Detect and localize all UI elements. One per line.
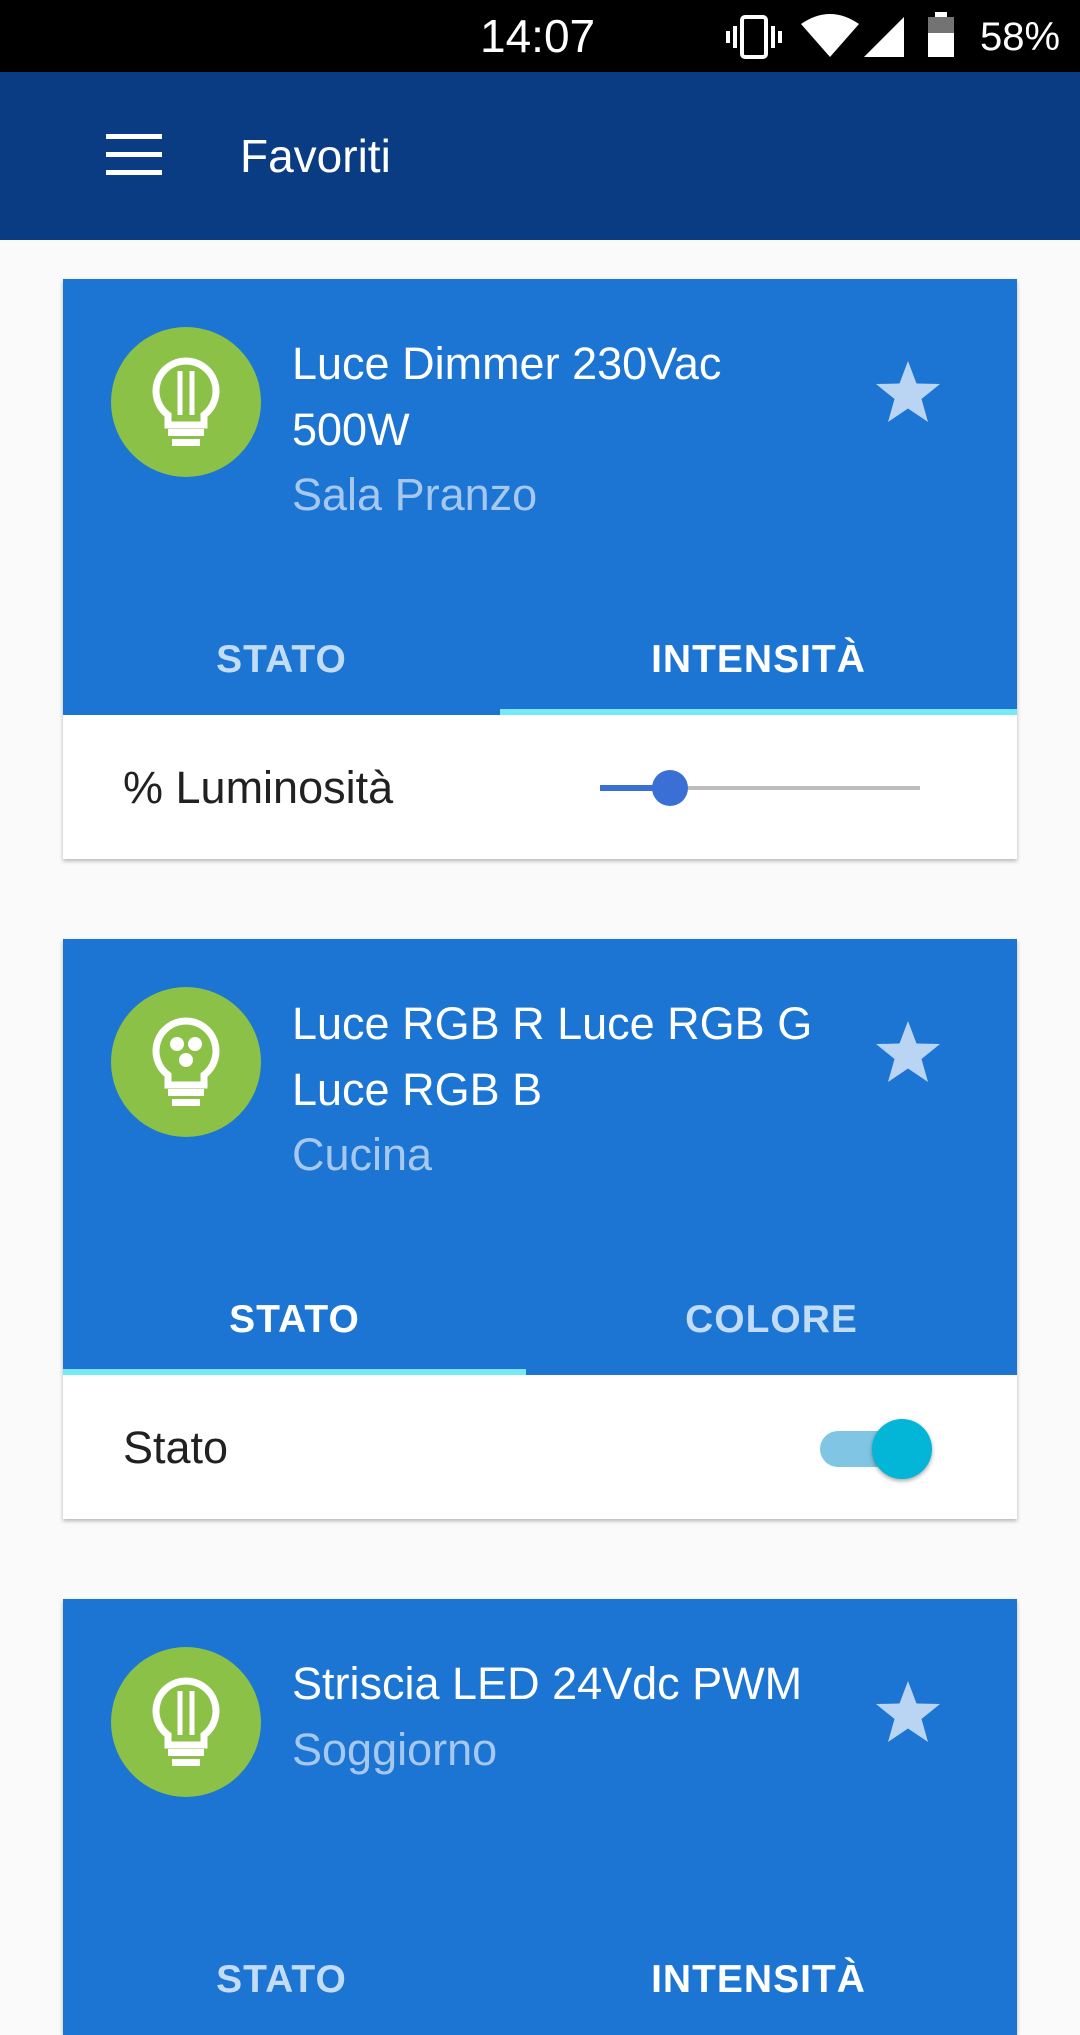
favorite-button[interactable]	[873, 1017, 943, 1087]
tab-label: COLORE	[685, 1298, 858, 1341]
bulb-dimmer-icon	[152, 357, 220, 446]
device-card: Striscia LED 24Vdc PWM Soggiorno STATO I…	[63, 1599, 1017, 2035]
device-room: Soggiorno	[292, 1724, 498, 1775]
device-title: Luce RGB R Luce RGB G Luce RGB B	[292, 991, 852, 1123]
tab-label: INTENSITÀ	[651, 1958, 866, 2001]
battery-percentage: 58%	[980, 15, 1061, 59]
device-card: Luce RGB R Luce RGB G Luce RGB B Cucina …	[63, 939, 1017, 1519]
switch-thumb	[872, 1419, 932, 1479]
favorite-button[interactable]	[873, 1677, 943, 1747]
card-body: Stato	[63, 1375, 1017, 1519]
device-title-line1: Striscia LED 24Vdc PWM	[292, 1658, 803, 1709]
device-icon-circle	[111, 987, 261, 1137]
device-title-line1: Luce Dimmer 230Vac	[292, 338, 722, 389]
device-icon-circle	[111, 1647, 261, 1797]
device-room: Cucina	[292, 1129, 433, 1180]
signal-icon	[862, 14, 906, 63]
tab-stato[interactable]: STATO	[63, 1265, 526, 1375]
state-label: Stato	[123, 1422, 229, 1473]
menu-icon	[106, 134, 162, 175]
battery-icon	[926, 12, 956, 63]
tab-bar: STATO INTENSITÀ	[63, 1925, 1017, 2035]
card-body: % Luminosità	[63, 715, 1017, 859]
device-room: Sala Pranzo	[292, 469, 538, 520]
menu-button[interactable]	[96, 122, 168, 194]
tab-label: STATO	[216, 638, 347, 681]
vibrate-icon	[726, 14, 782, 65]
tab-intensita[interactable]: INTENSITÀ	[500, 1925, 1017, 2035]
tab-bar: STATO INTENSITÀ	[63, 605, 1017, 715]
device-title: Luce Dimmer 230Vac 500W	[292, 331, 852, 463]
device-title: Striscia LED 24Vdc PWM	[292, 1651, 852, 1717]
status-time: 14:07	[480, 10, 596, 62]
card-header: Luce Dimmer 230Vac 500W Sala Pranzo STAT…	[63, 279, 1017, 715]
tab-stato[interactable]: STATO	[63, 1925, 500, 2035]
wifi-icon	[800, 14, 860, 63]
state-switch[interactable]	[820, 1413, 940, 1483]
device-title-line2: 500W	[292, 404, 410, 455]
tab-label: STATO	[229, 1298, 360, 1341]
status-bar: 14:07 58%	[0, 0, 1080, 72]
device-icon-circle	[111, 327, 261, 477]
star-icon	[876, 361, 940, 422]
tab-label: STATO	[216, 1958, 347, 2001]
tab-stato[interactable]: STATO	[63, 605, 500, 715]
card-header: Striscia LED 24Vdc PWM Soggiorno STATO I…	[63, 1599, 1017, 2035]
device-title-line1: Luce RGB R Luce RGB G	[292, 998, 813, 1049]
star-icon	[876, 1681, 940, 1742]
app-bar: Favoriti	[0, 72, 1080, 240]
device-card: Luce Dimmer 230Vac 500W Sala Pranzo STAT…	[63, 279, 1017, 859]
brightness-label: % Luminosità	[123, 762, 394, 813]
device-title-line2: Luce RGB B	[292, 1064, 543, 1115]
tab-intensita[interactable]: INTENSITÀ	[500, 605, 1017, 715]
tab-bar: STATO COLORE	[63, 1265, 1017, 1375]
brightness-slider[interactable]	[588, 765, 920, 811]
slider-thumb[interactable]	[652, 770, 689, 806]
tab-colore[interactable]: COLORE	[526, 1265, 1017, 1375]
card-header: Luce RGB R Luce RGB G Luce RGB B Cucina …	[63, 939, 1017, 1375]
star-icon	[876, 1021, 940, 1082]
tab-label: INTENSITÀ	[651, 638, 866, 681]
page-title: Favoriti	[240, 130, 391, 182]
favorite-button[interactable]	[873, 357, 943, 427]
bulb-rgb-icon	[152, 1017, 220, 1106]
bulb-dimmer-icon	[152, 1677, 220, 1766]
